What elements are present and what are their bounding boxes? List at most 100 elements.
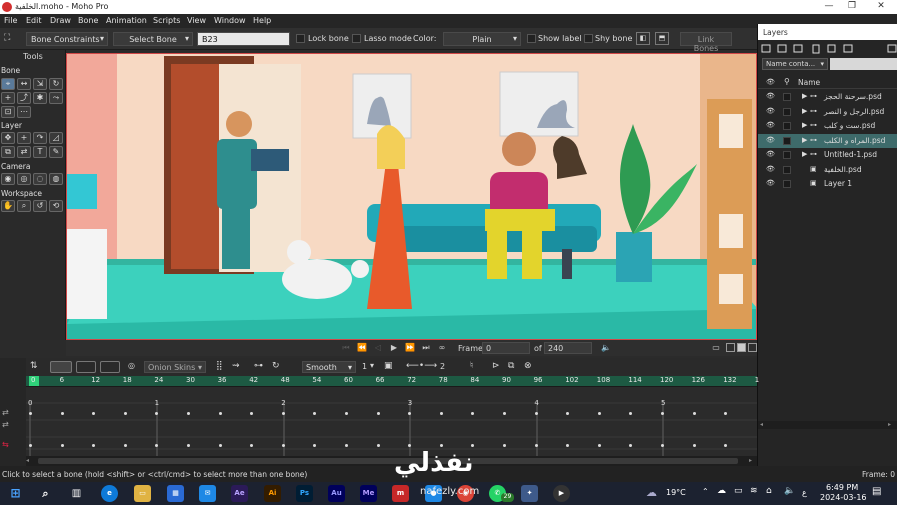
keyframe-marker[interactable] <box>29 412 32 415</box>
clock-time[interactable]: 6:49 PM <box>826 483 858 492</box>
key-lock-icon[interactable]: ⊶ <box>254 361 263 371</box>
visibility-eye-icon[interactable]: 👁 <box>766 121 776 129</box>
keyframe-marker[interactable] <box>503 444 506 447</box>
keyframe-marker[interactable] <box>597 412 601 415</box>
next-key-icon[interactable]: ⏩ <box>404 342 416 354</box>
keys-grid-icon[interactable]: ⣿ <box>216 361 223 371</box>
close-button[interactable]: ✕ <box>872 1 890 11</box>
onedrive-icon[interactable]: ☁ <box>717 486 726 496</box>
key-tool-icon[interactable]: ♮ <box>470 361 473 371</box>
rotate-workspace-tool-icon[interactable]: ↺ <box>33 200 47 212</box>
clock-date[interactable]: 2024-03-16 <box>820 493 867 502</box>
add-bone-tool-icon[interactable]: + <box>1 92 15 104</box>
keyframe-marker[interactable] <box>123 412 127 415</box>
keyframe-marker[interactable] <box>439 444 443 447</box>
pan-tilt-camera-tool-icon[interactable]: ◍ <box>49 173 63 185</box>
keyframe-marker[interactable] <box>60 444 64 447</box>
mail-icon[interactable]: ✉ <box>199 485 216 502</box>
interpolation-dropdown[interactable]: Smooth ▾ <box>302 361 356 373</box>
keyframe-marker[interactable] <box>724 412 728 415</box>
switch-layer-tool-icon[interactable]: ⇄ <box>17 146 31 158</box>
keyframe-marker[interactable] <box>439 412 443 415</box>
key-shift-icon[interactable]: ⟵•⟶ <box>406 361 437 371</box>
play-icon[interactable]: ▶ <box>388 342 400 354</box>
rotate-bone-tool-icon[interactable]: ↻ <box>49 78 63 90</box>
visibility-eye-icon[interactable]: 👁 <box>766 92 776 100</box>
file-explorer-icon[interactable]: ▭ <box>134 485 151 502</box>
expand-arrow-icon[interactable]: ▶ <box>802 136 807 144</box>
key-frame-icon[interactable]: ▣ <box>384 361 393 371</box>
layer-row[interactable]: 👁 ▶ ⊶ سرحنة الحجز.psd <box>758 90 897 104</box>
view-toggle-icon[interactable]: ▭ <box>710 342 722 354</box>
scroll-left-icon[interactable]: ◂ <box>760 421 763 428</box>
select-bone-tool-icon[interactable]: ⌖ <box>1 78 15 90</box>
media-encoder-icon[interactable]: Me <box>360 485 377 502</box>
zoom-camera-tool-icon[interactable]: ◎ <box>17 173 31 185</box>
layer-row[interactable]: 👁 ▣ الخلفية.psd <box>758 163 897 177</box>
keyframe-marker[interactable] <box>345 444 348 447</box>
tray-expand-icon[interactable]: ⌃ <box>702 487 709 496</box>
menu-animation[interactable]: Animation <box>106 16 147 25</box>
keyframe-marker[interactable] <box>503 412 506 415</box>
menu-file[interactable]: File <box>4 16 17 25</box>
volume-tray-icon[interactable]: 🔈 <box>784 486 795 496</box>
keyframe-marker[interactable] <box>218 444 222 447</box>
onion-skin-icon[interactable]: ◎ <box>128 361 135 370</box>
input-language[interactable]: ع <box>802 488 807 497</box>
delete-keys-icon[interactable]: ⊗ <box>524 361 532 371</box>
zoom-tool-icon[interactable]: ⌕ <box>17 200 31 212</box>
menu-bone[interactable]: Bone <box>78 16 98 25</box>
smooth-interp-button[interactable] <box>50 361 72 373</box>
layer-lock-box[interactable] <box>783 180 791 188</box>
channel-icon[interactable]: ⇄ <box>2 408 9 417</box>
layer-lock-box[interactable] <box>783 165 791 174</box>
visibility-eye-icon[interactable]: 👁 <box>766 165 776 173</box>
photoshop-icon[interactable]: Ps <box>296 485 313 502</box>
layer-row[interactable]: 👁 ▶ ⊶ ست و كلب.psd <box>758 119 897 133</box>
copy-keys-icon[interactable]: ⧉ <box>508 361 514 371</box>
layers-scrollbar[interactable]: ◂ ▸ <box>758 421 897 429</box>
visibility-eye-icon[interactable]: 👁 <box>766 179 776 187</box>
minimize-button[interactable]: — <box>820 1 838 11</box>
cycle-icon[interactable]: ↻ <box>272 361 280 371</box>
bone-strength-tool-icon[interactable]: ✱ <box>33 92 47 104</box>
menu-edit[interactable]: Edit <box>26 16 42 25</box>
keyframe-marker[interactable] <box>566 444 570 447</box>
menu-view[interactable]: View <box>187 16 206 25</box>
battery-icon[interactable]: ▭ <box>734 486 743 496</box>
view-single-icon[interactable] <box>726 343 735 352</box>
wifi-icon[interactable]: ≋ <box>750 486 758 496</box>
scroll-right-icon[interactable]: ▸ <box>749 457 752 464</box>
keyframe-marker[interactable] <box>597 444 601 447</box>
step-interp-button[interactable] <box>76 361 96 373</box>
timeline-settings-icon[interactable]: ⇅ <box>30 361 38 371</box>
keyframe-marker[interactable] <box>471 412 475 415</box>
layer-row[interactable]: 👁 ▶ ⊶ Untitled-1.psd <box>758 148 897 162</box>
lock-bone-checkbox[interactable] <box>296 34 305 43</box>
keyframe-marker[interactable] <box>281 412 285 415</box>
expand-arrow-icon[interactable]: ▶ <box>802 121 807 129</box>
select-bone-dropdown[interactable]: Select Bone ▾ <box>113 32 193 46</box>
keyframe-marker[interactable] <box>661 444 664 447</box>
layer-row[interactable]: 👁 ▶ ⊶ الرجل و النصر.psd <box>758 105 897 119</box>
after-effects-icon[interactable]: Ae <box>231 485 248 502</box>
channel-icon[interactable]: ⇄ <box>2 420 9 429</box>
rotate-layer-tool-icon[interactable]: ↷ <box>33 132 47 144</box>
keyframe-marker[interactable] <box>629 412 633 415</box>
keyframe-marker[interactable] <box>724 444 728 447</box>
keyframe-marker[interactable] <box>155 412 159 415</box>
step-back-icon[interactable]: ⏪ <box>356 342 368 354</box>
expand-arrow-icon[interactable]: ▶ <box>802 92 807 100</box>
keyframe-marker[interactable] <box>534 444 538 447</box>
translate-bone-tool-icon[interactable]: ↔ <box>17 78 31 90</box>
show-label-checkbox[interactable] <box>527 34 536 43</box>
windows-start-icon[interactable]: ⊞ <box>7 485 24 502</box>
key-link-icon[interactable]: ⇝ <box>232 361 240 371</box>
keyframe-marker[interactable] <box>471 444 475 447</box>
key-count[interactable]: 2 <box>440 362 445 371</box>
keyframe-marker[interactable] <box>92 444 96 447</box>
step-forward-icon[interactable]: ⏭ <box>420 342 432 354</box>
keyframe-marker[interactable] <box>60 412 64 415</box>
document-canvas[interactable] <box>66 53 757 340</box>
link-bones-button[interactable]: Link Bones <box>680 32 732 53</box>
